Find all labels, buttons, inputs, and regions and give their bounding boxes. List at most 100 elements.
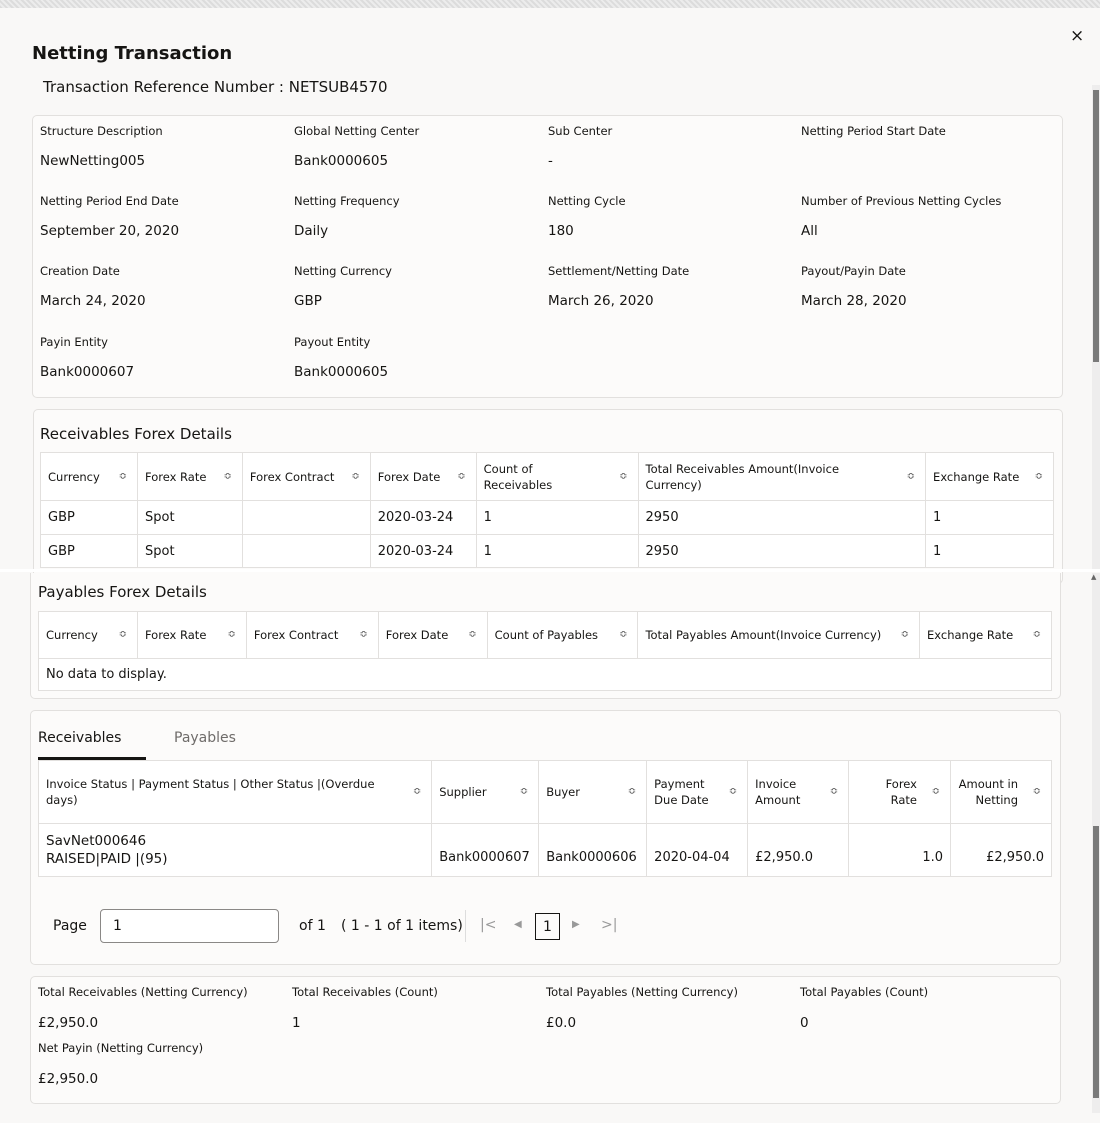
amount-in-netting-cell: £2,950.0 <box>950 823 1052 877</box>
detail-value: Bank0000605 <box>294 364 389 380</box>
column-header[interactable]: Count of Payables ≎ <box>486 611 639 659</box>
payables-forex-title: Payables Forex Details <box>38 583 207 601</box>
table-row: GBP Spot 2020-03-24 1 2950 1 <box>40 534 1054 568</box>
detail-label: Netting Period Start Date <box>801 124 946 138</box>
tab-payables[interactable]: Payables <box>174 730 236 746</box>
detail-label: Payout Entity <box>294 335 371 349</box>
column-header[interactable]: Forex Rate ≎ <box>848 760 951 824</box>
column-header[interactable]: Exchange Rate ≎ <box>925 452 1054 501</box>
sort-icon[interactable]: ≎ <box>1035 469 1043 485</box>
last-page-icon[interactable]: >| <box>601 917 617 933</box>
sort-icon[interactable]: ≎ <box>227 627 235 643</box>
current-page-button[interactable]: 1 <box>535 913 560 940</box>
table-cell: 2950 <box>637 534 927 568</box>
sort-icon[interactable]: ≎ <box>223 469 231 485</box>
column-header[interactable]: Supplier ≎ <box>431 760 540 824</box>
total-value: £2,950.0 <box>38 1015 99 1031</box>
page-label: Page <box>53 918 87 934</box>
table-row: GBP Spot 2020-03-24 1 2950 1 <box>40 500 1054 535</box>
column-header[interactable]: Forex Contract ≎ <box>241 452 371 501</box>
column-header[interactable]: Payment Due Date ≎ <box>646 760 749 824</box>
total-label: Total Receivables (Netting Currency) <box>38 985 248 999</box>
first-page-icon[interactable]: |< <box>480 917 496 933</box>
table-cell: 1 <box>925 500 1054 535</box>
sort-icon[interactable]: ≎ <box>628 784 636 800</box>
detail-label: Netting Period End Date <box>40 194 179 208</box>
transaction-reference: Transaction Reference Number : NETSUB457… <box>43 78 388 96</box>
detail-label: Netting Frequency <box>294 194 400 208</box>
sort-icon[interactable]: ≎ <box>520 784 528 800</box>
scrollbar-thumb-bottom[interactable] <box>1093 826 1099 1098</box>
column-header[interactable]: Invoice Amount ≎ <box>747 760 850 824</box>
sort-icon[interactable]: ≎ <box>932 784 940 800</box>
sort-icon[interactable]: ≎ <box>1033 627 1041 643</box>
column-header[interactable]: Currency ≎ <box>38 611 138 659</box>
sort-icon[interactable]: ≎ <box>457 469 465 485</box>
detail-value: Bank0000605 <box>294 153 389 169</box>
table-cell: 2020-03-24 <box>369 534 477 568</box>
sort-icon[interactable]: ≎ <box>119 627 127 643</box>
scrollbar-thumb-top[interactable] <box>1093 90 1099 362</box>
column-header[interactable]: Forex Date ≎ <box>369 452 477 501</box>
table-cell: 1 <box>475 534 639 568</box>
scroll-up-icon[interactable]: ▲ <box>1091 573 1096 581</box>
sort-icon[interactable]: ≎ <box>907 469 915 485</box>
table-row: SavNet000646 RAISED|PAID |(95) Bank000060… <box>37 823 1052 877</box>
sort-icon[interactable]: ≎ <box>359 627 367 643</box>
column-header[interactable]: Count of Receivables ≎ <box>475 452 639 501</box>
prev-page-icon[interactable]: ◀ <box>514 919 522 930</box>
invoice-id[interactable]: SavNet000646 <box>46 832 424 850</box>
column-header[interactable]: Forex Contract ≎ <box>245 611 379 659</box>
column-header[interactable]: Exchange Rate ≎ <box>919 611 1052 659</box>
detail-value: Daily <box>294 223 329 239</box>
receivables-forex-title: Receivables Forex Details <box>40 425 232 443</box>
invoice-status: RAISED|PAID |(95) <box>46 851 168 867</box>
sort-icon[interactable]: ≎ <box>830 784 838 800</box>
divider <box>465 910 466 942</box>
column-header[interactable]: Forex Rate ≎ <box>136 452 243 501</box>
column-header[interactable]: Buyer ≎ <box>538 760 648 824</box>
table-cell: Spot <box>136 500 243 535</box>
page-input[interactable]: 1 <box>100 909 279 943</box>
sort-icon[interactable]: ≎ <box>619 627 627 643</box>
sort-icon[interactable]: ≎ <box>468 627 476 643</box>
sort-icon[interactable]: ≎ <box>119 469 127 485</box>
total-label: Total Payables (Netting Currency) <box>546 985 738 999</box>
tab-receivables[interactable]: Receivables <box>38 730 121 746</box>
sort-icon[interactable]: ≎ <box>901 627 909 643</box>
dialog-title: Netting Transaction <box>32 43 233 64</box>
detail-value: GBP <box>294 293 322 309</box>
sort-icon[interactable]: ≎ <box>729 784 737 800</box>
sort-icon[interactable]: ≎ <box>619 469 627 485</box>
empty-message: No data to display. <box>38 658 1052 691</box>
detail-label: Sub Center <box>548 124 613 138</box>
total-label: Total Receivables (Count) <box>292 985 438 999</box>
detail-value: Bank0000607 <box>40 364 135 380</box>
detail-label: Payin Entity <box>40 335 108 349</box>
detail-label: Structure Description <box>40 124 163 138</box>
column-header[interactable]: Invoice Status | Payment Status | Other … <box>37 760 433 824</box>
table-cell <box>241 534 371 568</box>
sort-icon[interactable]: ≎ <box>413 784 421 800</box>
close-icon[interactable]: × <box>1070 26 1084 46</box>
column-header[interactable]: Amount in Netting ≎ <box>950 760 1052 824</box>
page-range: ( 1 - 1 of 1 items) <box>341 918 463 934</box>
next-page-icon[interactable]: ▶ <box>572 919 580 930</box>
column-header[interactable]: Total Receivables Amount(Invoice Currenc… <box>637 452 927 501</box>
table-cell: GBP <box>40 534 138 568</box>
detail-label: Netting Cycle <box>548 194 626 208</box>
invoice-amount-cell: £2,950.0 <box>747 823 850 877</box>
forex-rate-cell: 1.0 <box>848 823 951 877</box>
sort-icon[interactable]: ≎ <box>351 469 359 485</box>
column-header[interactable]: Forex Rate ≎ <box>136 611 247 659</box>
column-header[interactable]: Forex Date ≎ <box>377 611 488 659</box>
column-header[interactable]: Currency ≎ <box>40 452 138 501</box>
total-label: Total Payables (Count) <box>800 985 929 999</box>
detail-value: September 20, 2020 <box>40 223 180 239</box>
sort-icon[interactable]: ≎ <box>1033 784 1041 800</box>
column-header[interactable]: Total Payables Amount(Invoice Currency) ≎ <box>637 611 921 659</box>
background-strip <box>0 0 1100 8</box>
detail-value: March 28, 2020 <box>801 293 907 309</box>
buyer-cell: Bank0000606 <box>538 823 648 877</box>
page-of: of 1 <box>299 918 326 934</box>
